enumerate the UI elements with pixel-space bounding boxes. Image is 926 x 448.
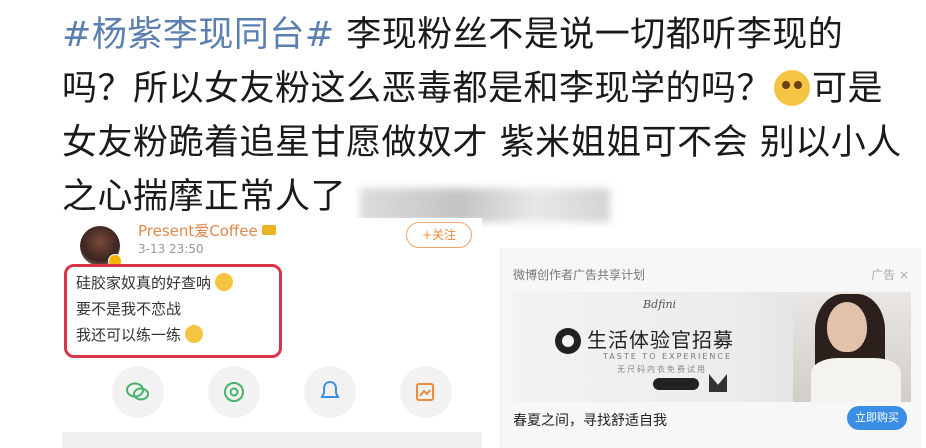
ad-close-tag[interactable]: 广告 × [871,266,909,283]
quote-line-1: 硅胶家奴真的好查呐 [76,274,212,292]
qq-icon[interactable] [304,366,356,418]
model-photo [793,292,911,402]
wechat-icon[interactable] [112,366,164,418]
ad-caption: 春夏之间，寻找舒适自我 [513,413,667,429]
model-body [811,358,901,402]
blurred-watermark [360,188,610,222]
banner-title: 生活体验官招募 [587,328,734,352]
model-face [827,302,867,352]
username[interactable]: Present爱Coffee [138,220,276,241]
sad-face-icon [215,273,234,291]
quote-line-3: 我还可以练一练 [76,326,182,344]
quote-line-2: 要不是我不恋战 [76,300,182,318]
buy-now-button[interactable]: 立即购买 [847,406,907,430]
post-hashtag[interactable]: #杨紫李现同台# [62,15,335,55]
bra-icon [709,374,727,392]
brand-logo: Bdfini [643,298,677,311]
banner-pill [653,378,699,390]
sad-face-icon [185,325,204,343]
quoted-comment: 硅胶家奴真的好查呐 要不是我不恋战 我还可以练一练 [76,270,234,348]
share-image-icon[interactable] [400,366,452,418]
ad-header: 微博创作者广告共享计划 [513,268,646,282]
embedded-weibo-post: Present爱Coffee 3-13 23:50 +关注 硅胶家奴真的好查呐 … [62,218,482,448]
banner-subtitle: TASTE TO EXPERIENCE [603,352,733,361]
ad-card[interactable]: 微博创作者广告共享计划 广告 × Bdfini 生活体验官招募 TASTE TO… [500,248,921,448]
divider [62,432,482,448]
follow-button[interactable]: +关注 [406,222,472,248]
username-text: Present爱Coffee [138,222,258,240]
post-timestamp: 3-13 23:50 [138,242,204,256]
share-buttons [112,366,452,422]
brand-badge-icon [555,328,581,354]
banner-subtitle-2: 无尺码内衣免费试用 [617,365,707,374]
moments-icon[interactable] [208,366,260,418]
crown-icon [261,225,276,235]
ad-banner-image[interactable]: Bdfini 生活体验官招募 TASTE TO EXPERIENCE 无尺码内衣… [513,292,911,402]
frightened-face-emoji-icon [774,70,811,106]
